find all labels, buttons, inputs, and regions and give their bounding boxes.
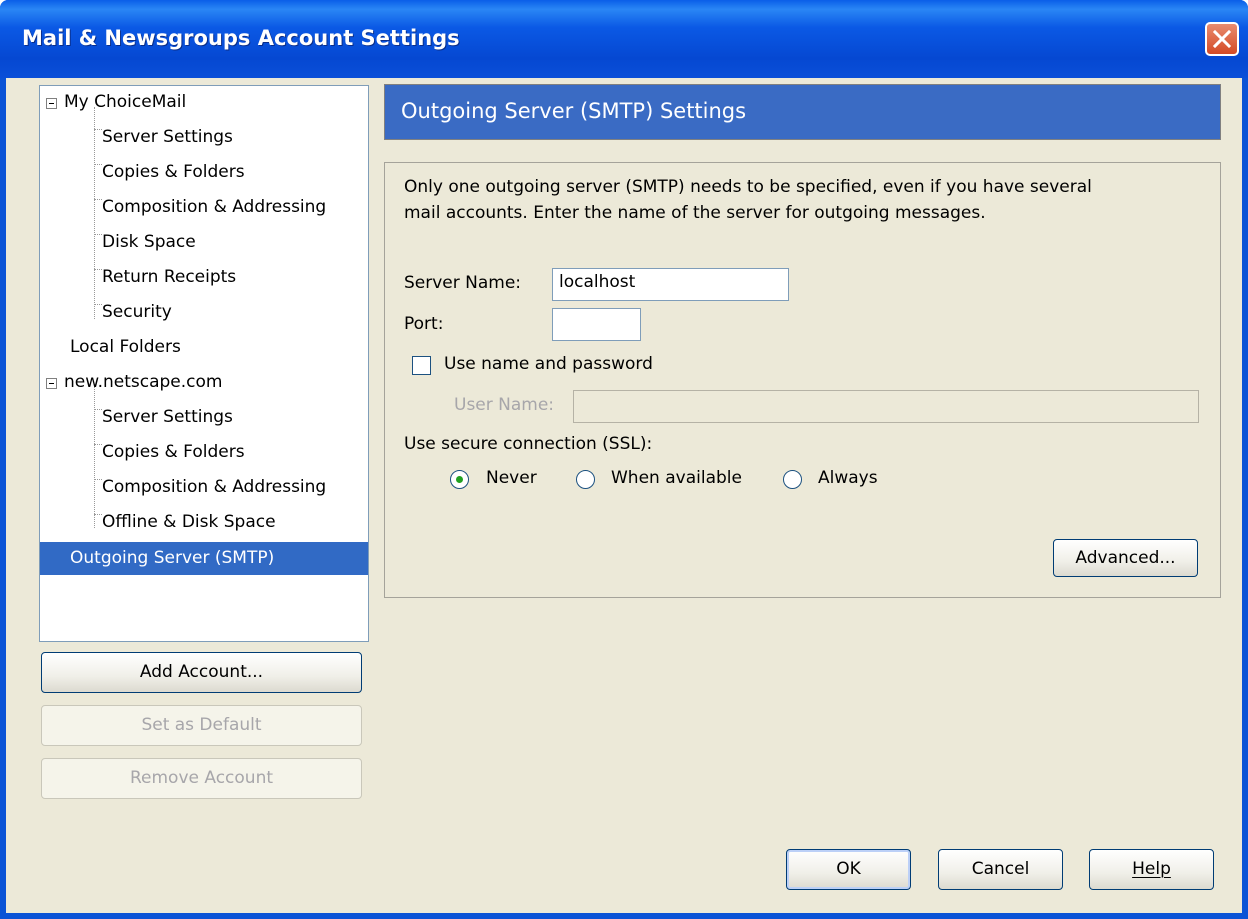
window-title: Mail & Newsgroups Account Settings bbox=[22, 26, 460, 50]
use-password-checkbox[interactable] bbox=[412, 356, 431, 375]
ssl-when-available-radio[interactable] bbox=[576, 470, 595, 489]
tree-item-composition-addressing[interactable]: Composition & Addressing bbox=[102, 471, 326, 504]
tree-connector bbox=[94, 479, 102, 480]
tree-item-offline-disk-space[interactable]: Offline & Disk Space bbox=[102, 506, 276, 539]
account-settings-dialog: Mail & Newsgroups Account Settings My Ch… bbox=[0, 0, 1248, 919]
tree-connector bbox=[94, 409, 102, 410]
title-bar[interactable]: Mail & Newsgroups Account Settings bbox=[0, 0, 1248, 78]
tree-connector bbox=[94, 107, 95, 319]
ssl-label: Use secure connection (SSL): bbox=[404, 434, 653, 454]
tree-connector bbox=[94, 514, 102, 515]
ssl-never-label[interactable]: Never bbox=[486, 468, 537, 488]
tree-connector bbox=[94, 164, 102, 165]
smtp-settings-group: Only one outgoing server (SMTP) needs to… bbox=[384, 162, 1221, 598]
tree-item-copies-folders[interactable]: Copies & Folders bbox=[102, 436, 245, 469]
server-name-label: Server Name: bbox=[404, 273, 522, 293]
account-tree[interactable]: My ChoiceMail Server Settings Copies & F… bbox=[39, 85, 369, 642]
tree-connector bbox=[94, 304, 102, 305]
tree-item-local-folders[interactable]: Local Folders bbox=[70, 331, 181, 364]
tree-item-server-settings[interactable]: Server Settings bbox=[102, 121, 233, 154]
tree-item-copies-folders[interactable]: Copies & Folders bbox=[102, 156, 245, 189]
cancel-button[interactable]: Cancel bbox=[938, 849, 1063, 890]
close-icon bbox=[1213, 30, 1231, 48]
ok-button[interactable]: OK bbox=[786, 849, 911, 890]
ssl-always-radio[interactable] bbox=[783, 470, 802, 489]
tree-item-disk-space[interactable]: Disk Space bbox=[102, 226, 196, 259]
tree-item-new-netscape[interactable]: new.netscape.com bbox=[64, 366, 222, 399]
help-button[interactable]: Help bbox=[1089, 849, 1214, 890]
tree-connector bbox=[94, 129, 102, 130]
ssl-when-available-label[interactable]: When available bbox=[611, 468, 742, 488]
tree-connector bbox=[94, 199, 102, 200]
username-input[interactable] bbox=[573, 390, 1199, 423]
tree-item-server-settings[interactable]: Server Settings bbox=[102, 401, 233, 434]
port-input[interactable] bbox=[552, 308, 641, 341]
tree-connector bbox=[94, 386, 95, 528]
port-label: Port: bbox=[404, 314, 444, 334]
dialog-client-area: My ChoiceMail Server Settings Copies & F… bbox=[6, 78, 1242, 913]
tree-connector bbox=[94, 234, 102, 235]
ssl-always-label[interactable]: Always bbox=[818, 468, 878, 488]
advanced-button[interactable]: Advanced... bbox=[1053, 539, 1198, 577]
username-label: User Name: bbox=[454, 395, 555, 415]
tree-item-composition-addressing[interactable]: Composition & Addressing bbox=[102, 191, 326, 224]
tree-item-outgoing-server[interactable]: Outgoing Server (SMTP) bbox=[40, 542, 368, 575]
remove-account-button[interactable]: Remove Account bbox=[41, 758, 362, 799]
tree-connector bbox=[94, 269, 102, 270]
collapse-icon[interactable] bbox=[46, 378, 57, 389]
description-line-2: mail accounts. Enter the name of the ser… bbox=[404, 203, 986, 223]
tree-item-my-choicemail[interactable]: My ChoiceMail bbox=[64, 86, 186, 119]
panel-title: Outgoing Server (SMTP) Settings bbox=[401, 99, 747, 123]
tree-item-security[interactable]: Security bbox=[102, 296, 172, 329]
collapse-icon[interactable] bbox=[46, 98, 57, 109]
tree-item-return-receipts[interactable]: Return Receipts bbox=[102, 261, 236, 294]
server-name-input[interactable]: localhost bbox=[552, 268, 789, 301]
close-button[interactable] bbox=[1205, 22, 1239, 56]
description-line-1: Only one outgoing server (SMTP) needs to… bbox=[404, 177, 1092, 197]
ssl-never-radio[interactable] bbox=[450, 470, 469, 489]
use-password-label[interactable]: Use name and password bbox=[444, 354, 653, 374]
tree-connector bbox=[94, 444, 102, 445]
panel-header: Outgoing Server (SMTP) Settings bbox=[384, 84, 1221, 140]
set-as-default-button[interactable]: Set as Default bbox=[41, 705, 362, 746]
add-account-button[interactable]: Add Account... bbox=[41, 652, 362, 693]
